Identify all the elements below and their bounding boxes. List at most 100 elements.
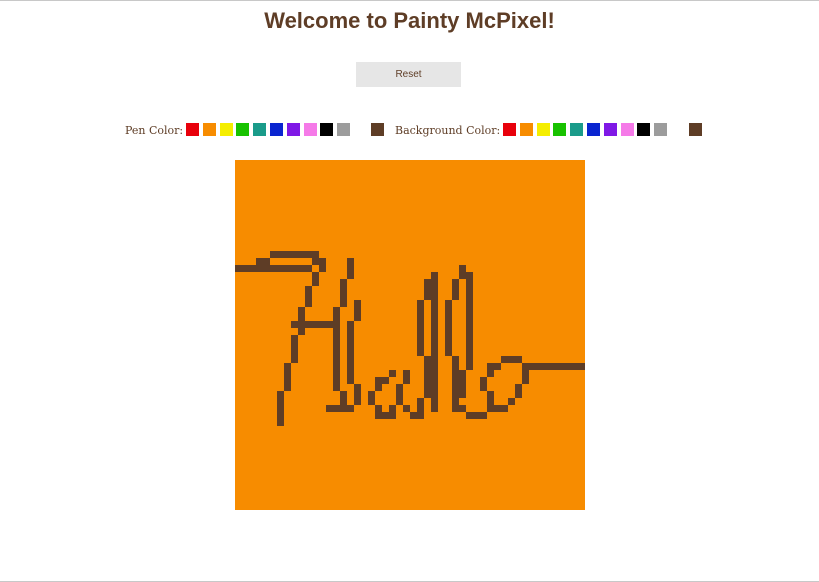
painted-pixel[interactable] — [312, 251, 319, 258]
painted-pixel[interactable] — [291, 349, 298, 356]
painted-pixel[interactable] — [452, 363, 459, 370]
painted-pixel[interactable] — [347, 349, 354, 356]
painted-pixel[interactable] — [403, 377, 410, 384]
painted-pixel[interactable] — [431, 342, 438, 349]
painted-pixel[interactable] — [312, 258, 319, 265]
painted-pixel[interactable] — [368, 391, 375, 398]
painted-pixel[interactable] — [277, 391, 284, 398]
painted-pixel[interactable] — [298, 265, 305, 272]
painted-pixel[interactable] — [424, 384, 431, 391]
painted-pixel[interactable] — [417, 328, 424, 335]
painted-pixel[interactable] — [256, 265, 263, 272]
painted-pixel[interactable] — [396, 384, 403, 391]
painted-pixel[interactable] — [424, 279, 431, 286]
painted-pixel[interactable] — [333, 405, 340, 412]
painted-pixel[interactable] — [487, 405, 494, 412]
painted-pixel[interactable] — [333, 356, 340, 363]
painted-pixel[interactable] — [466, 335, 473, 342]
painted-pixel[interactable] — [284, 377, 291, 384]
painted-pixel[interactable] — [340, 398, 347, 405]
pen-color-swatch[interactable] — [253, 123, 267, 136]
painted-pixel[interactable] — [459, 272, 466, 279]
pen-color-swatch[interactable] — [236, 123, 250, 136]
painted-pixel[interactable] — [424, 370, 431, 377]
painted-pixel[interactable] — [452, 384, 459, 391]
painted-pixel[interactable] — [340, 286, 347, 293]
painted-pixel[interactable] — [522, 363, 529, 370]
painted-pixel[interactable] — [333, 314, 340, 321]
painted-pixel[interactable] — [431, 286, 438, 293]
painted-pixel[interactable] — [459, 377, 466, 384]
painted-pixel[interactable] — [291, 342, 298, 349]
pen-color-swatch[interactable] — [337, 123, 351, 136]
painted-pixel[interactable] — [424, 356, 431, 363]
painted-pixel[interactable] — [403, 405, 410, 412]
painted-pixel[interactable] — [291, 321, 298, 328]
painted-pixel[interactable] — [445, 307, 452, 314]
painted-pixel[interactable] — [466, 279, 473, 286]
painted-pixel[interactable] — [494, 363, 501, 370]
painted-pixel[interactable] — [284, 251, 291, 258]
painted-pixel[interactable] — [424, 363, 431, 370]
painted-pixel[interactable] — [494, 405, 501, 412]
painted-pixel[interactable] — [431, 328, 438, 335]
painted-pixel[interactable] — [452, 391, 459, 398]
painted-pixel[interactable] — [312, 272, 319, 279]
painted-pixel[interactable] — [431, 377, 438, 384]
painted-pixel[interactable] — [333, 384, 340, 391]
painted-pixel[interactable] — [340, 391, 347, 398]
painted-pixel[interactable] — [291, 356, 298, 363]
background-color-swatch[interactable] — [519, 123, 533, 136]
painted-pixel[interactable] — [347, 328, 354, 335]
painted-pixel[interactable] — [480, 412, 487, 419]
painted-pixel[interactable] — [333, 307, 340, 314]
painted-pixel[interactable] — [459, 391, 466, 398]
painted-pixel[interactable] — [417, 307, 424, 314]
painted-pixel[interactable] — [431, 363, 438, 370]
painted-pixel[interactable] — [452, 279, 459, 286]
painted-pixel[interactable] — [431, 391, 438, 398]
painted-pixel[interactable] — [333, 349, 340, 356]
painted-pixel[interactable] — [431, 335, 438, 342]
painted-pixel[interactable] — [431, 349, 438, 356]
painted-pixel[interactable] — [298, 314, 305, 321]
painted-pixel[interactable] — [375, 405, 382, 412]
painted-pixel[interactable] — [396, 398, 403, 405]
painted-pixel[interactable] — [333, 328, 340, 335]
painted-pixel[interactable] — [466, 307, 473, 314]
painted-pixel[interactable] — [487, 363, 494, 370]
painted-pixel[interactable] — [347, 258, 354, 265]
painted-pixel[interactable] — [417, 342, 424, 349]
painted-pixel[interactable] — [333, 321, 340, 328]
painted-pixel[interactable] — [452, 293, 459, 300]
painted-pixel[interactable] — [270, 265, 277, 272]
pen-color-swatch[interactable] — [202, 123, 216, 136]
painted-pixel[interactable] — [347, 272, 354, 279]
painted-pixel[interactable] — [340, 279, 347, 286]
painted-pixel[interactable] — [298, 307, 305, 314]
painted-pixel[interactable] — [347, 405, 354, 412]
background-color-swatch[interactable] — [570, 123, 584, 136]
painted-pixel[interactable] — [340, 405, 347, 412]
painted-pixel[interactable] — [466, 321, 473, 328]
painted-pixel[interactable] — [305, 251, 312, 258]
painted-pixel[interactable] — [417, 412, 424, 419]
painted-pixel[interactable] — [466, 272, 473, 279]
painted-pixel[interactable] — [480, 377, 487, 384]
painted-pixel[interactable] — [431, 405, 438, 412]
painted-pixel[interactable] — [466, 349, 473, 356]
painted-pixel[interactable] — [312, 321, 319, 328]
painted-pixel[interactable] — [354, 391, 361, 398]
painted-pixel[interactable] — [305, 300, 312, 307]
painted-pixel[interactable] — [564, 363, 571, 370]
painted-pixel[interactable] — [431, 272, 438, 279]
reset-button[interactable]: Reset — [356, 62, 461, 87]
painted-pixel[interactable] — [424, 293, 431, 300]
painted-pixel[interactable] — [550, 363, 557, 370]
painted-pixel[interactable] — [277, 398, 284, 405]
painted-pixel[interactable] — [417, 398, 424, 405]
painted-pixel[interactable] — [459, 384, 466, 391]
painted-pixel[interactable] — [242, 265, 249, 272]
painted-pixel[interactable] — [326, 405, 333, 412]
painted-pixel[interactable] — [263, 265, 270, 272]
